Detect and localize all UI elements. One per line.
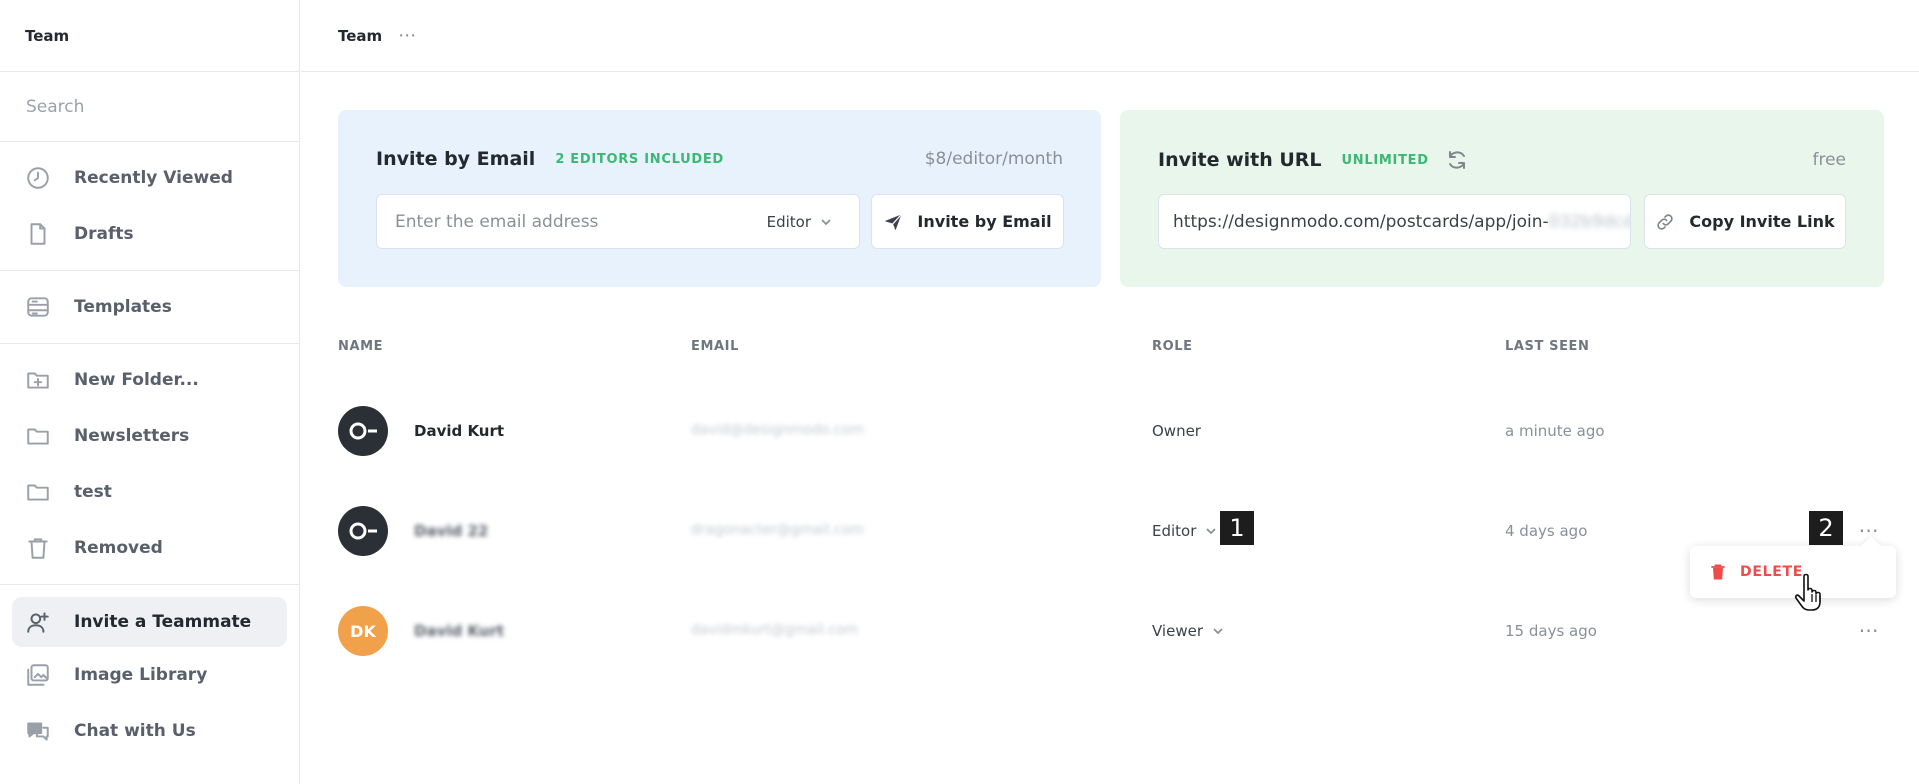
column-header-role[interactable]: ROLE — [1152, 339, 1193, 354]
sidebar-item-removed[interactable]: Removed — [0, 520, 299, 576]
sidebar-item-label: Recently Viewed — [74, 168, 233, 188]
member-email: david@designmodo.com — [691, 422, 864, 438]
chevron-down-icon — [821, 218, 831, 225]
chat-icon — [24, 717, 52, 745]
page-title: Team — [338, 26, 383, 45]
email-field[interactable]: Enter the email address Editor — [376, 194, 860, 249]
sidebar-item-label: Templates — [74, 297, 172, 317]
row-more-button[interactable]: ⋯ — [1854, 618, 1884, 642]
copy-invite-link-label: Copy Invite Link — [1689, 212, 1835, 231]
member-name: David Kurt — [414, 622, 505, 640]
role-select[interactable]: Editor — [1152, 522, 1218, 540]
sidebar-item-label: Removed — [74, 538, 163, 558]
sidebar-item-label: Image Library — [74, 665, 208, 685]
invite-url-title: Invite with URL — [1158, 149, 1322, 171]
sidebar-item-label: test — [74, 482, 112, 502]
annotation-marker-2: 2 — [1809, 511, 1843, 545]
templates-icon — [24, 293, 52, 321]
column-header-name[interactable]: NAME — [338, 339, 383, 354]
sidebar-item-new-folder[interactable]: New Folder... — [0, 352, 299, 408]
column-header-email[interactable]: EMAIL — [691, 339, 739, 354]
sidebar-title: Team — [0, 0, 299, 72]
avatar — [338, 406, 388, 456]
member-last-seen: a minute ago — [1505, 422, 1605, 440]
page-header: Team ⋯ — [301, 0, 1919, 72]
user-plus-icon — [24, 608, 52, 636]
role-select-value: Editor — [1152, 522, 1197, 540]
sidebar-item-recently-viewed[interactable]: Recently Viewed — [0, 150, 299, 206]
row-context-menu: DELETE — [1690, 546, 1896, 598]
copy-invite-link-button[interactable]: Copy Invite Link — [1644, 194, 1846, 249]
chevron-down-icon — [1206, 528, 1217, 535]
editors-included-badge: 2 EDITORS INCLUDED — [555, 151, 724, 167]
sidebar-item-invite-teammate[interactable]: Invite a Teammate — [12, 597, 287, 647]
price-label: $8/editor/month — [924, 149, 1063, 169]
price-label: free — [1812, 150, 1846, 170]
table-row: David 22 dragonacter@gmail.com Editor 4 … — [338, 500, 1884, 560]
member-role: Owner — [1152, 422, 1201, 440]
document-icon — [24, 220, 52, 248]
invite-url-field[interactable]: https://designmodo.com/postcards/app/joi… — [1158, 194, 1631, 249]
folder-icon — [24, 478, 52, 506]
sidebar-item-newsletters[interactable]: Newsletters — [0, 408, 299, 464]
invite-by-email-label: Invite by Email — [917, 212, 1052, 231]
clock-icon — [24, 164, 52, 192]
invite-email-card: Invite by Email 2 EDITORS INCLUDED $8/ed… — [338, 110, 1101, 287]
image-library-icon — [24, 661, 52, 689]
more-options-icon[interactable]: ⋯ — [398, 25, 417, 46]
email-placeholder: Enter the email address — [395, 211, 599, 232]
avatar: DK — [338, 606, 388, 656]
unlimited-badge: UNLIMITED — [1341, 152, 1429, 168]
invite-url-text: https://designmodo.com/postcards/app/joi… — [1173, 211, 1549, 232]
sidebar-item-templates[interactable]: Templates — [0, 279, 299, 335]
role-select-value: Viewer — [1152, 622, 1203, 640]
folder-plus-icon — [24, 366, 52, 394]
member-name: David 22 — [414, 522, 489, 540]
member-email: dragonacter@gmail.com — [691, 522, 864, 538]
paper-plane-icon — [885, 213, 903, 230]
invite-url-token: 032b9dcd — [1548, 211, 1631, 232]
table-row: DK David Kurt davidmkurt@gmail.com Viewe… — [338, 600, 1884, 660]
member-last-seen: 15 days ago — [1505, 622, 1597, 640]
column-header-last-seen[interactable]: LAST SEEN — [1505, 339, 1590, 354]
sidebar-item-label: Newsletters — [74, 426, 190, 446]
search-input[interactable]: Search — [0, 72, 299, 142]
sidebar-item-label: New Folder... — [74, 370, 199, 390]
member-email: davidmkurt@gmail.com — [691, 622, 859, 638]
sidebar-item-label: Invite a Teammate — [74, 612, 252, 632]
role-select-value: Editor — [766, 212, 811, 231]
role-select[interactable]: Viewer — [1152, 622, 1225, 640]
trash-icon — [1711, 564, 1725, 580]
link-icon — [1657, 213, 1674, 230]
folder-icon — [24, 422, 52, 450]
sidebar-item-chat[interactable]: Chat with Us — [0, 703, 299, 759]
member-last-seen: 4 days ago — [1505, 522, 1588, 540]
table-row: David Kurt david@designmodo.com Owner a … — [338, 400, 1884, 460]
user-avatar-icon — [349, 422, 377, 440]
invite-by-email-button[interactable]: Invite by Email — [871, 194, 1064, 249]
sidebar-item-image-library[interactable]: Image Library — [0, 647, 299, 703]
sidebar: Team Search Recently Viewed Drafts Templ… — [0, 0, 300, 784]
annotation-marker-1: 1 — [1220, 511, 1254, 545]
invite-url-card: Invite with URL UNLIMITED free https://d… — [1120, 110, 1884, 287]
member-name: David Kurt — [414, 422, 505, 440]
user-avatar-icon — [349, 522, 377, 540]
trash-icon — [24, 534, 52, 562]
sidebar-item-test[interactable]: test — [0, 464, 299, 520]
sidebar-item-label: Drafts — [74, 224, 134, 244]
sidebar-item-drafts[interactable]: Drafts — [0, 206, 299, 262]
refresh-icon[interactable] — [1445, 148, 1469, 172]
role-select[interactable]: Editor — [767, 213, 833, 231]
chevron-down-icon — [1213, 628, 1223, 635]
avatar — [338, 506, 388, 556]
hand-cursor-icon — [1794, 573, 1821, 611]
sidebar-item-label: Chat with Us — [74, 721, 196, 741]
invite-email-title: Invite by Email — [376, 148, 536, 170]
